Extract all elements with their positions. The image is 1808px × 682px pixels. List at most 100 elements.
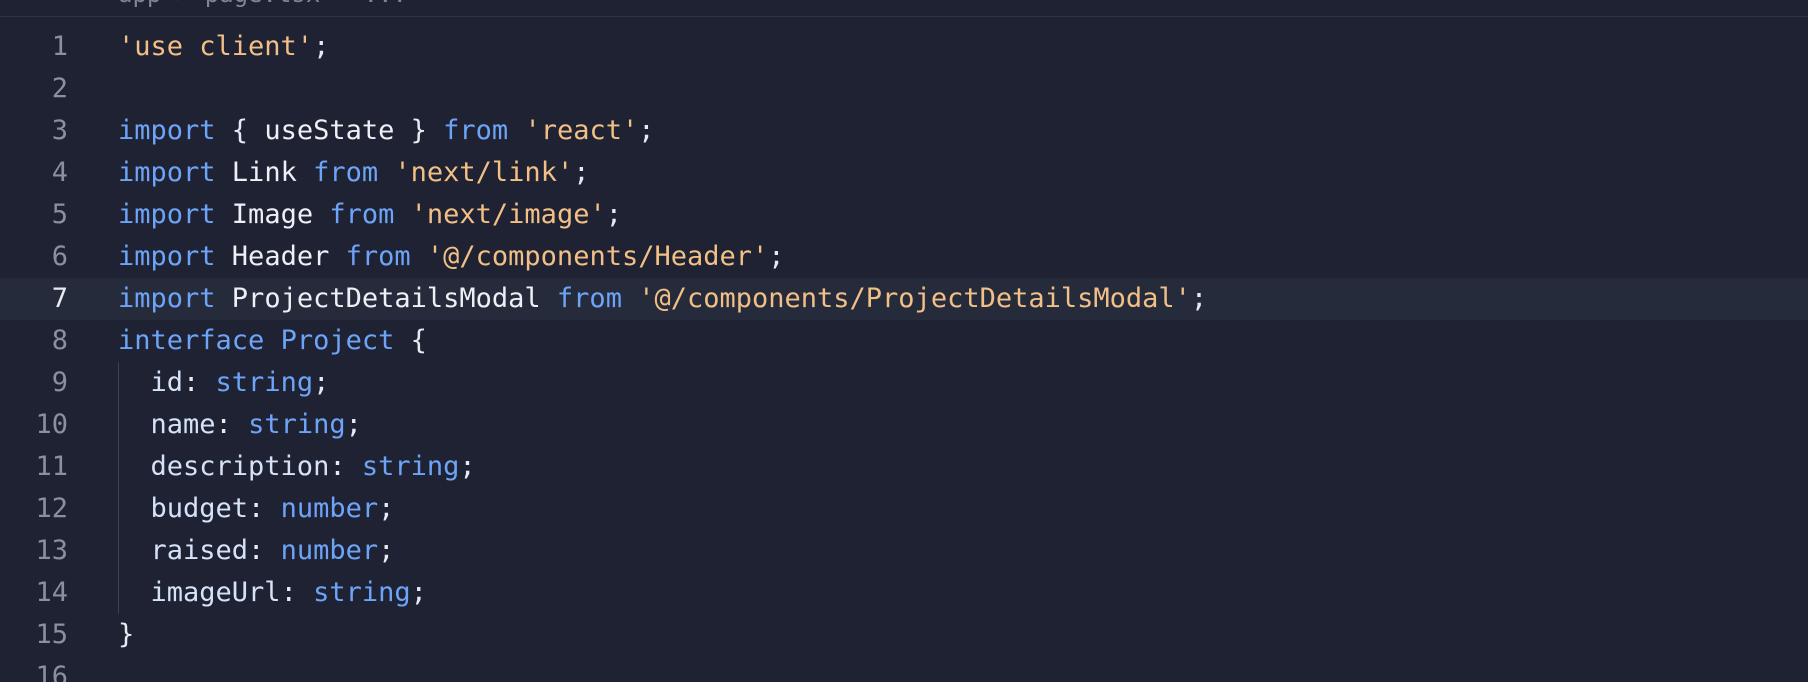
code-text[interactable]: import Link from 'next/link'; (118, 152, 589, 194)
line-number: 12 (35, 493, 68, 524)
code-line[interactable]: 3 import { useState } from 'react'; (0, 110, 1808, 152)
code-token-type: string (248, 409, 346, 440)
code-token-punct: : (215, 409, 249, 440)
code-token-prop: imageUrl (118, 577, 281, 608)
code-text[interactable]: imageUrl: string; (118, 572, 427, 614)
code-token-punct (508, 115, 524, 146)
code-lines[interactable]: 1 'use client'; 2 3 import { useState } from… (0, 26, 1808, 682)
code-text[interactable]: description: string; (118, 446, 476, 488)
code-token-kw: from (443, 115, 509, 146)
breadcrumb: app > page.tsx > ... (0, 0, 1808, 17)
code-line[interactable]: 16 (0, 656, 1808, 682)
code-token-type: number (280, 535, 379, 566)
line-number: 14 (35, 577, 68, 608)
code-token-kw: from (329, 199, 395, 230)
code-token-prop: budget (118, 493, 249, 524)
code-token-punct: { (215, 115, 265, 146)
code-line[interactable]: 12 budget: number; (0, 488, 1808, 530)
code-token-type: string (361, 451, 460, 482)
code-text[interactable]: import ProjectDetailsModal from '@/compo… (118, 278, 1207, 320)
code-token-punct: ; (573, 157, 590, 188)
code-token-punct: : (248, 493, 281, 524)
code-token-str: '@/components/ProjectDetailsModal' (638, 283, 1191, 314)
code-token-prop: name (118, 409, 216, 440)
code-token-punct (394, 199, 410, 230)
code-token-type: string (215, 367, 314, 398)
code-token-punct (411, 241, 427, 272)
code-token-punct: : (183, 367, 216, 398)
code-token-punct: ; (1190, 283, 1208, 314)
code-text[interactable]: } (118, 614, 134, 656)
code-line[interactable]: 13 raised: number; (0, 530, 1808, 572)
code-line[interactable]: 1 'use client'; (0, 26, 1808, 68)
line-number: 4 (51, 157, 68, 188)
code-line[interactable]: 8 interface Project { (0, 320, 1808, 362)
code-text[interactable]: name: string; (118, 404, 362, 446)
code-token-punct: ; (768, 241, 785, 272)
code-token-punct: ; (605, 199, 622, 230)
code-line[interactable]: 6 import Header from '@/components/Header… (0, 236, 1808, 278)
code-token-ident: useState (264, 115, 395, 146)
line-number: 3 (51, 115, 68, 146)
code-line[interactable]: 4 import Link from 'next/link'; (0, 152, 1808, 194)
code-token-kw: from (313, 157, 379, 188)
code-line[interactable]: 2 (0, 68, 1808, 110)
code-token-str: 'react' (524, 115, 639, 146)
code-token-punct: ; (459, 451, 476, 482)
code-token-kw: import (118, 241, 216, 272)
code-token-kw: import (118, 283, 216, 314)
code-token-prop: description (118, 451, 330, 482)
line-number: 16 (35, 661, 68, 682)
line-number: 2 (51, 73, 68, 104)
code-token-punct: : (329, 451, 362, 482)
line-number: 1 (51, 31, 68, 62)
code-line[interactable]: 11 description: string; (0, 446, 1808, 488)
code-line[interactable]: 5 import Image from 'next/image'; (0, 194, 1808, 236)
code-token-kw: import (118, 115, 216, 146)
code-token-punct (622, 283, 638, 314)
code-token-type: number (280, 493, 379, 524)
code-token-punct: : (280, 577, 314, 608)
code-token-punct: { (394, 325, 427, 356)
code-token-ident: Link (215, 157, 314, 188)
code-line[interactable]: 10 name: string; (0, 404, 1808, 446)
code-token-punct: ; (345, 409, 362, 440)
code-token-type: string (313, 577, 411, 608)
code-token-ident: Image (215, 199, 330, 230)
code-token-prop: id (118, 367, 184, 398)
code-text[interactable]: id: string; (118, 362, 330, 404)
code-editor[interactable]: app > page.tsx > ... 1 'use client'; 2 3 imp… (0, 0, 1808, 682)
code-text[interactable]: import Image from 'next/image'; (118, 194, 622, 236)
code-token-str: 'next/image' (410, 199, 606, 230)
breadcrumb-text: app > page.tsx > ... (118, 0, 407, 8)
code-token-punct: ; (313, 367, 330, 398)
code-token-ident: Header (215, 241, 346, 272)
code-token-kw: interface (118, 325, 265, 356)
line-number: 11 (35, 451, 68, 482)
code-token-ident: ProjectDetailsModal (215, 283, 557, 314)
code-token-kw: from (345, 241, 411, 272)
line-number: 8 (51, 325, 68, 356)
code-token-str: 'use client' (118, 31, 314, 62)
code-text[interactable]: raised: number; (118, 530, 395, 572)
line-number: 7 (51, 283, 68, 314)
code-line[interactable]: 9 id: string; (0, 362, 1808, 404)
code-text[interactable]: import Header from '@/components/Header'… (118, 236, 785, 278)
line-number: 6 (51, 241, 68, 272)
code-line[interactable]: 7 import ProjectDetailsModal from '@/comp… (0, 278, 1808, 320)
code-token-kw: from (556, 283, 622, 314)
code-text[interactable]: 'use client'; (118, 26, 329, 68)
code-line[interactable]: 15} (0, 614, 1808, 656)
code-token-punct: } (118, 619, 135, 650)
code-text[interactable]: budget: number; (118, 488, 395, 530)
code-token-str: '@/components/Header' (426, 241, 769, 272)
code-line[interactable]: 14 imageUrl: string; (0, 572, 1808, 614)
code-token-prop: raised (118, 535, 249, 566)
code-token-punct (378, 157, 394, 188)
code-text[interactable]: import { useState } from 'react'; (118, 110, 655, 152)
code-token-type: Project (280, 325, 395, 356)
code-token-punct (264, 325, 280, 356)
line-number: 9 (51, 367, 68, 398)
code-text[interactable]: interface Project { (118, 320, 427, 362)
code-token-punct: ; (313, 31, 330, 62)
